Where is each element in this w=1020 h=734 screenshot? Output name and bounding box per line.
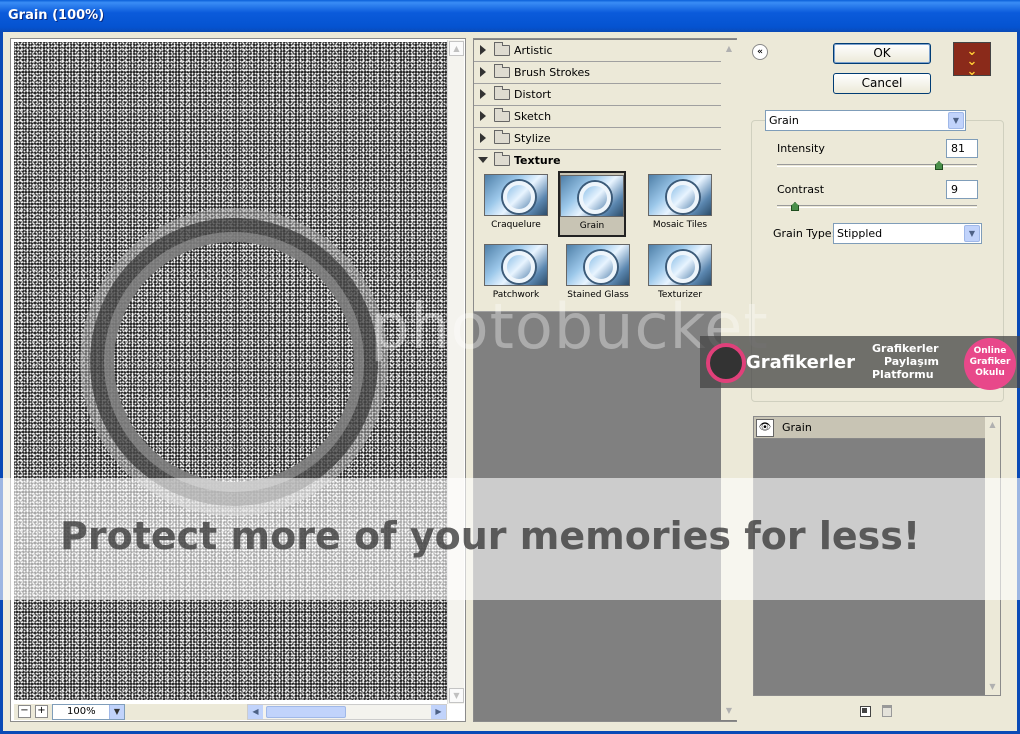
filter-preview-image — [484, 174, 548, 216]
expand-arrow-icon[interactable] — [480, 89, 486, 99]
new-effect-layer-icon[interactable] — [860, 706, 871, 717]
open-folder-icon — [494, 152, 510, 166]
folder-icon — [494, 108, 510, 122]
preview-controls: − + 100% ▼ ◀ ▶ — [14, 704, 447, 720]
filter-thumb-texturizer[interactable]: Texturizer — [646, 242, 714, 308]
scroll-up-icon[interactable]: ▲ — [985, 418, 1000, 432]
category-artistic[interactable]: Artistic — [474, 40, 721, 62]
effect-layer-name: Grain — [782, 421, 812, 434]
trash-icon[interactable] — [882, 705, 892, 717]
category-label: Texture — [514, 154, 561, 167]
grafikerler-name: Grafikerler — [746, 352, 855, 373]
filter-thumb-label: Mosaic Tiles — [652, 220, 708, 230]
badge-line-3: Okulu — [975, 368, 1005, 378]
zoom-out-button[interactable]: − — [18, 705, 31, 718]
grain-type-label: Grain Type: — [773, 227, 836, 240]
collapse-arrow-icon[interactable] — [478, 157, 488, 163]
ok-button[interactable]: OK — [833, 43, 931, 64]
zoom-select[interactable]: 100% ▼ — [52, 704, 125, 720]
filter-gallery-logo-icon: ⌄ ⌄ ⌄ — [953, 42, 991, 78]
filter-thumb-label: Patchwork — [492, 290, 540, 300]
folder-icon — [494, 86, 510, 100]
window-title: Grain (100%) — [0, 0, 1020, 32]
folder-icon — [494, 130, 510, 144]
filter-preview-image — [566, 244, 630, 286]
zoom-value: 100% — [67, 706, 96, 717]
preview-horizontal-scrollbar[interactable]: ◀ ▶ — [247, 704, 447, 720]
scroll-thumb[interactable] — [266, 706, 346, 718]
intensity-slider-track[interactable] — [777, 164, 977, 167]
filter-thumb-label: Stained Glass — [567, 290, 629, 300]
expand-arrow-icon[interactable] — [480, 133, 486, 143]
intensity-label: Intensity — [777, 142, 825, 155]
category-brush-strokes[interactable]: Brush Strokes — [474, 62, 721, 84]
category-label: Brush Strokes — [514, 66, 591, 79]
grain-type-select[interactable]: Stippled ▼ — [833, 223, 982, 244]
contrast-label: Contrast — [777, 183, 825, 196]
eye-icon[interactable]: 👁 — [756, 419, 774, 437]
filter-select-value: Grain — [769, 114, 799, 127]
scroll-down-icon[interactable]: ▼ — [722, 704, 736, 718]
badge-line-1: Online — [973, 346, 1007, 356]
scroll-down-icon[interactable]: ▼ — [449, 688, 464, 703]
texture-filter-grid: Craquelure Grain Mosaic Tiles Patchwork … — [474, 170, 721, 312]
filter-thumb-grain[interactable]: Grain — [558, 171, 626, 237]
online-grafiker-okulu-badge: Online Grafiker Okulu — [964, 338, 1016, 390]
category-distort[interactable]: Distort — [474, 84, 721, 106]
zoom-in-button[interactable]: + — [35, 705, 48, 718]
filter-thumb-mosaic-tiles[interactable]: Mosaic Tiles — [646, 172, 714, 238]
folder-icon — [494, 64, 510, 78]
preview-image[interactable] — [14, 42, 448, 700]
scroll-left-icon[interactable]: ◀ — [248, 705, 263, 719]
category-sketch[interactable]: Sketch — [474, 106, 721, 128]
filter-preview-image — [648, 244, 712, 286]
category-label: Artistic — [514, 44, 553, 57]
filter-thumb-label: Grain — [579, 221, 605, 231]
cancel-button[interactable]: Cancel — [833, 73, 931, 94]
expand-arrow-icon[interactable] — [480, 67, 486, 77]
filter-thumb-patchwork[interactable]: Patchwork — [482, 242, 550, 308]
category-label: Sketch — [514, 110, 552, 123]
folder-icon — [494, 42, 510, 56]
filter-thumb-stained-glass[interactable]: Stained Glass — [564, 242, 632, 308]
grafikerler-logo-icon — [706, 343, 746, 383]
badge-line-2: Grafiker — [969, 357, 1011, 367]
scroll-right-icon[interactable]: ▶ — [431, 705, 446, 719]
tagline-line-1: Grafikerler — [872, 342, 939, 355]
filter-thumb-label: Craquelure — [491, 220, 541, 230]
filter-preview-image — [648, 174, 712, 216]
chevron-down-icon[interactable]: ▼ — [109, 705, 124, 719]
chevron-down-icon[interactable]: ▼ — [964, 225, 980, 242]
contrast-slider-track[interactable] — [777, 205, 977, 208]
category-label: Stylize — [514, 132, 551, 145]
scroll-up-icon[interactable]: ▲ — [449, 41, 464, 56]
category-stylize[interactable]: Stylize — [474, 128, 721, 150]
expand-arrow-icon[interactable] — [480, 111, 486, 121]
category-label: Distort — [514, 88, 552, 101]
filter-select[interactable]: Grain ▼ — [765, 110, 966, 131]
contrast-input[interactable]: 9 — [946, 180, 978, 199]
expand-arrow-icon[interactable] — [480, 45, 486, 55]
filter-preview-image — [560, 175, 624, 217]
preview-subject — [114, 242, 354, 482]
preview-vertical-scrollbar[interactable]: ▲ ▼ — [447, 40, 464, 704]
tagline-line-3: Platformu — [872, 368, 934, 381]
category-texture[interactable]: Texture — [474, 150, 721, 172]
layers-scrollbar[interactable]: ▲ ▼ — [985, 417, 1000, 695]
grafikerler-tagline: Grafikerler Paylaşım Platformu — [872, 342, 962, 381]
scroll-down-icon[interactable]: ▼ — [985, 680, 1000, 694]
intensity-input[interactable]: 81 — [946, 139, 978, 158]
effect-layers-panel — [753, 416, 1001, 696]
filter-thumb-craquelure[interactable]: Craquelure — [482, 172, 550, 238]
grain-type-value: Stippled — [837, 227, 883, 240]
effect-layer-row[interactable]: 👁 Grain — [754, 417, 985, 439]
scroll-up-icon[interactable]: ▲ — [722, 42, 736, 56]
chevron-down-icon[interactable]: ▼ — [948, 112, 964, 129]
collapse-browser-icon[interactable]: « — [752, 44, 768, 60]
filter-thumb-label: Texturizer — [657, 290, 703, 300]
tagline-line-2: Paylaşım — [884, 355, 939, 368]
filter-preview-image — [484, 244, 548, 286]
